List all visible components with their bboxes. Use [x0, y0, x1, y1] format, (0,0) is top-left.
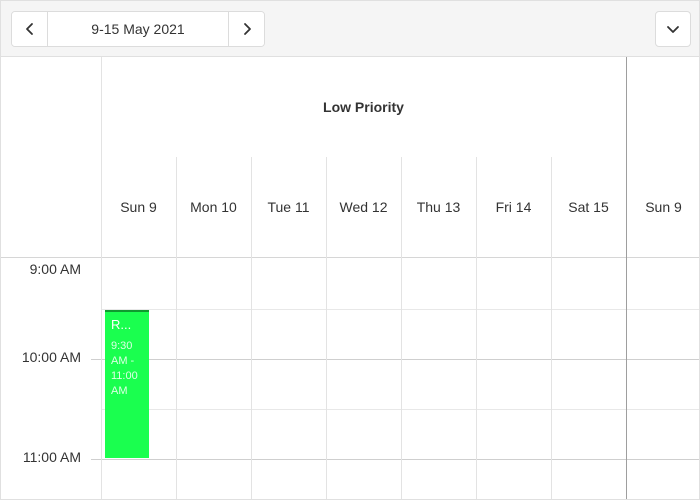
appointment-time-line: AM	[111, 385, 128, 397]
scheduler-header: Low Priority Sun 9 Mon 10 Tue 11 Wed 12 …	[1, 57, 699, 258]
day-column-divider	[476, 258, 477, 499]
date-range-caption[interactable]: 9-15 May 2021	[48, 12, 228, 46]
hour-line	[91, 459, 699, 460]
date-navigator: 9-15 May 2021	[11, 11, 265, 47]
day-column-divider	[401, 258, 402, 499]
resource-group-title: Low Priority	[323, 99, 404, 115]
day-column-divider	[251, 258, 252, 499]
time-label-10am: 10:00 AM	[21, 349, 81, 365]
day-column-divider	[176, 258, 177, 499]
appointment-title: R...	[111, 317, 132, 332]
time-label-11am: 11:00 AM	[22, 449, 81, 465]
scheduler: 9-15 May 2021 Low Priority Sun 9 Mon 10 …	[0, 0, 700, 500]
chevron-left-icon	[25, 23, 33, 35]
next-period-button[interactable]	[228, 12, 264, 46]
appointment-time-line: AM -	[111, 355, 135, 367]
chevron-right-icon	[243, 23, 251, 35]
appointment[interactable]: R... 9:30 AM - 11:00 AM	[105, 310, 149, 458]
view-switcher-button[interactable]	[655, 11, 691, 47]
day-header-fri-14: Fri 14	[495, 199, 532, 215]
day-header-tue-11: Tue 11	[267, 199, 310, 215]
time-grid: 9:00 AM 10:00 AM 11:00 AM R... 9:30 AM -…	[1, 258, 699, 499]
day-header-sun-9-next-group: Sun 9	[645, 199, 682, 215]
day-header-wed-12: Wed 12	[339, 199, 388, 215]
previous-period-button[interactable]	[12, 12, 48, 46]
chevron-down-icon	[667, 26, 679, 33]
appointment-time-line: 11:00	[111, 370, 138, 382]
day-header-mon-10: Mon 10	[190, 199, 237, 215]
day-column-divider	[326, 258, 327, 499]
day-header-thu-13: Thu 13	[416, 199, 461, 215]
day-header-sat-15: Sat 15	[568, 199, 609, 215]
toolbar: 9-15 May 2021	[1, 1, 699, 57]
time-column-divider	[101, 258, 102, 499]
hour-line	[91, 359, 699, 360]
day-header-sun-9: Sun 9	[120, 199, 157, 215]
day-column-divider	[551, 258, 552, 499]
time-label-9am: 9:00 AM	[29, 261, 81, 277]
group-column-divider	[626, 258, 627, 499]
appointment-time-line: 9:30	[111, 340, 133, 352]
